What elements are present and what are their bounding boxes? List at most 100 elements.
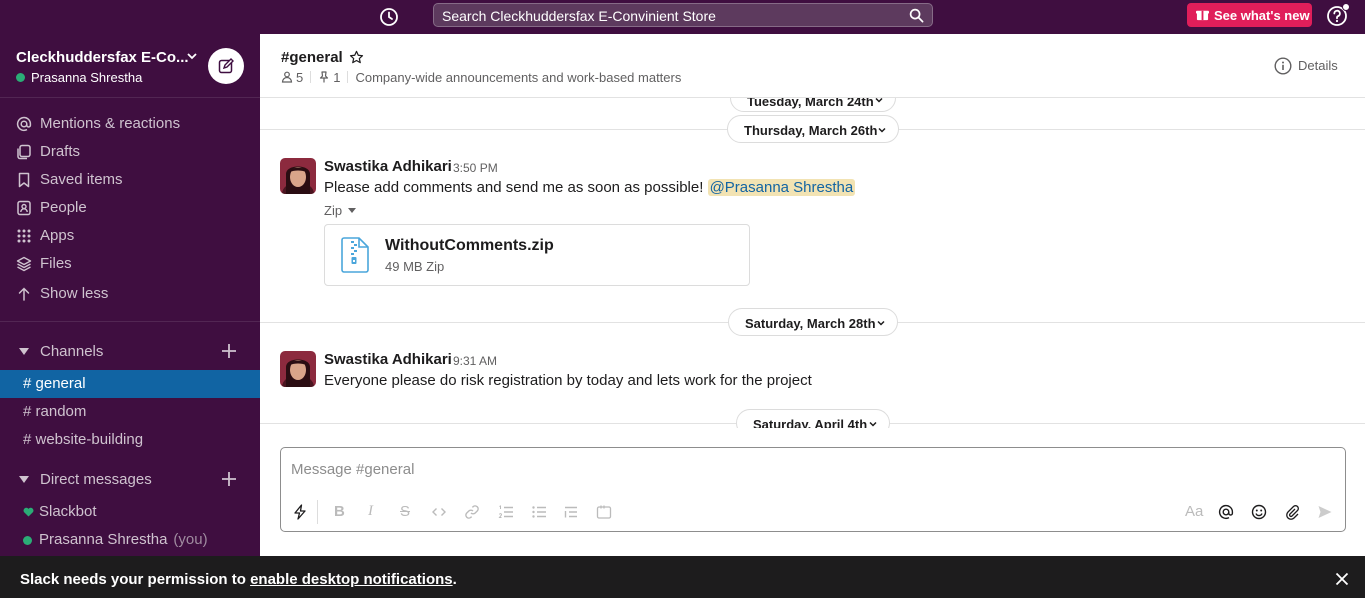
caret-down-icon[interactable]: [19, 476, 29, 483]
star-icon[interactable]: [349, 50, 364, 65]
search-placeholder: Search Cleckhuddersfax E-Convinient Stor…: [442, 8, 716, 24]
sidebar-item-label: Drafts: [40, 143, 81, 160]
info-icon: [1274, 57, 1292, 75]
user-mention[interactable]: @Prasanna Shrestha: [707, 179, 856, 196]
member-count[interactable]: 5: [296, 70, 303, 85]
notification-dot: [1342, 3, 1350, 11]
file-attachment-card[interactable]: WithoutComments.zip 49 MB Zip: [324, 224, 750, 286]
blockquote-icon[interactable]: [563, 504, 579, 520]
sidebar-item-label: Apps: [40, 227, 75, 244]
date-label: Tuesday, March 24th: [747, 98, 874, 109]
shortcuts-lightning-icon[interactable]: [292, 504, 308, 520]
you-suffix: (you): [173, 531, 208, 548]
channel-title[interactable]: #general: [281, 49, 343, 66]
sidebar-item-label: People: [40, 199, 87, 216]
dm-label: Prasanna Shrestha (you): [39, 531, 208, 548]
compose-pencil-icon: [218, 58, 234, 74]
file-name[interactable]: WithoutComments.zip: [385, 237, 554, 255]
sidebar-item-drafts[interactable]: Drafts: [0, 138, 260, 166]
caret-down-icon[interactable]: [19, 348, 29, 355]
workspace-header[interactable]: Cleckhuddersfax E-Co... Prasanna Shresth…: [0, 34, 260, 98]
italic-icon[interactable]: I: [368, 503, 373, 520]
bold-icon[interactable]: B: [334, 503, 345, 520]
compose-button[interactable]: [208, 48, 244, 84]
zip-file-icon: [341, 237, 369, 273]
attachment-paperclip-icon[interactable]: [1284, 504, 1300, 520]
avatar-image: [280, 158, 316, 194]
message-text: Please add comments and send me as soon …: [324, 179, 856, 196]
mention-at-icon[interactable]: [1218, 504, 1234, 520]
channel-description[interactable]: Company-wide announcements and work-base…: [355, 70, 681, 85]
details-button[interactable]: Details: [1274, 57, 1338, 75]
dm-label: Slackbot: [39, 503, 97, 520]
sidebar-item-label: Show less: [40, 285, 109, 302]
sidebar-item-apps[interactable]: Apps: [0, 222, 260, 250]
channel-label: # website-building: [23, 431, 144, 448]
code-block-icon[interactable]: [596, 504, 612, 520]
banner-message: Slack needs your permission to: [20, 571, 251, 588]
pinned-count[interactable]: 1: [333, 70, 340, 85]
message-body: Please add comments and send me as soon …: [324, 179, 704, 196]
sidebar-item-channel-random[interactable]: # random: [0, 398, 260, 426]
date-divider-pill[interactable]: Tuesday, March 24th: [730, 98, 896, 112]
code-icon[interactable]: [431, 504, 447, 520]
chevron-down-icon: [877, 320, 885, 326]
attachment-toggle[interactable]: Zip: [324, 203, 357, 218]
workspace-name[interactable]: Cleckhuddersfax E-Co...: [16, 49, 189, 66]
sidebar-item-dm-slackbot[interactable]: Slackbot: [0, 498, 260, 526]
formatting-toggle-icon[interactable]: Aa: [1185, 503, 1203, 520]
current-user-name: Prasanna Shrestha: [31, 70, 143, 85]
files-stack-icon: [16, 256, 32, 272]
avatar-image: [280, 351, 316, 387]
enable-notifications-link[interactable]: enable desktop notifications: [250, 571, 453, 588]
message-composer[interactable]: Message #general B I S Aa: [280, 447, 1346, 532]
direct-messages-section-header[interactable]: Direct messages: [0, 466, 260, 494]
sidebar-item-channel-general[interactable]: # general: [0, 370, 260, 398]
add-dm-plus-icon[interactable]: [221, 471, 237, 487]
sidebar-item-files[interactable]: Files: [0, 250, 260, 278]
date-divider-pill[interactable]: Saturday, April 4th: [736, 409, 890, 428]
banner-suffix: .: [452, 571, 457, 588]
chevron-down-icon[interactable]: [186, 50, 198, 62]
message-text: Everyone please do risk registration by …: [324, 372, 812, 389]
search-bar[interactable]: Search Cleckhuddersfax E-Convinient Stor…: [433, 3, 933, 27]
avatar[interactable]: [280, 158, 316, 194]
search-icon: [909, 8, 924, 23]
direct-messages-section-label: Direct messages: [40, 471, 152, 488]
dm-name: Prasanna Shrestha: [39, 531, 168, 548]
members-icon[interactable]: [281, 71, 293, 83]
message-timestamp[interactable]: 9:31 AM: [453, 354, 497, 368]
meta-separator: [310, 71, 312, 83]
sidebar-item-saved[interactable]: Saved items: [0, 166, 260, 194]
message-timestamp[interactable]: 3:50 PM: [453, 161, 498, 175]
heart-icon: [23, 507, 34, 517]
sidebar-item-show-less[interactable]: Show less: [0, 280, 260, 308]
message-input[interactable]: Message #general: [291, 461, 414, 478]
chevron-down-icon: [878, 127, 886, 133]
strikethrough-icon[interactable]: S: [400, 503, 410, 520]
send-icon[interactable]: [1317, 504, 1333, 520]
avatar[interactable]: [280, 351, 316, 387]
close-icon[interactable]: [1335, 572, 1349, 586]
sidebar-item-mentions[interactable]: Mentions & reactions: [0, 110, 260, 138]
sidebar-item-dm-self[interactable]: Prasanna Shrestha (you): [0, 526, 260, 554]
emoji-icon[interactable]: [1251, 504, 1267, 520]
message-sender[interactable]: Swastika Adhikari: [324, 351, 452, 368]
ordered-list-icon[interactable]: [498, 504, 514, 520]
add-channel-plus-icon[interactable]: [221, 343, 237, 359]
toolbar-separator: [317, 500, 318, 524]
link-icon[interactable]: [464, 504, 480, 520]
sidebar-item-people[interactable]: People: [0, 194, 260, 222]
history-clock-icon[interactable]: [378, 6, 400, 28]
see-whats-new-button[interactable]: See what's new: [1187, 3, 1312, 27]
details-label: Details: [1298, 58, 1338, 73]
date-divider-pill[interactable]: Saturday, March 28th: [728, 308, 898, 336]
bullet-list-icon[interactable]: [531, 504, 547, 520]
pin-icon[interactable]: [318, 71, 330, 83]
date-label: Saturday, April 4th: [753, 417, 868, 428]
channels-section-header[interactable]: Channels: [0, 338, 260, 366]
see-whats-new-label: See what's new: [1214, 8, 1310, 23]
date-divider-pill[interactable]: Thursday, March 26th: [727, 115, 899, 143]
sidebar-item-channel-website-building[interactable]: # website-building: [0, 426, 260, 454]
message-sender[interactable]: Swastika Adhikari: [324, 158, 452, 175]
